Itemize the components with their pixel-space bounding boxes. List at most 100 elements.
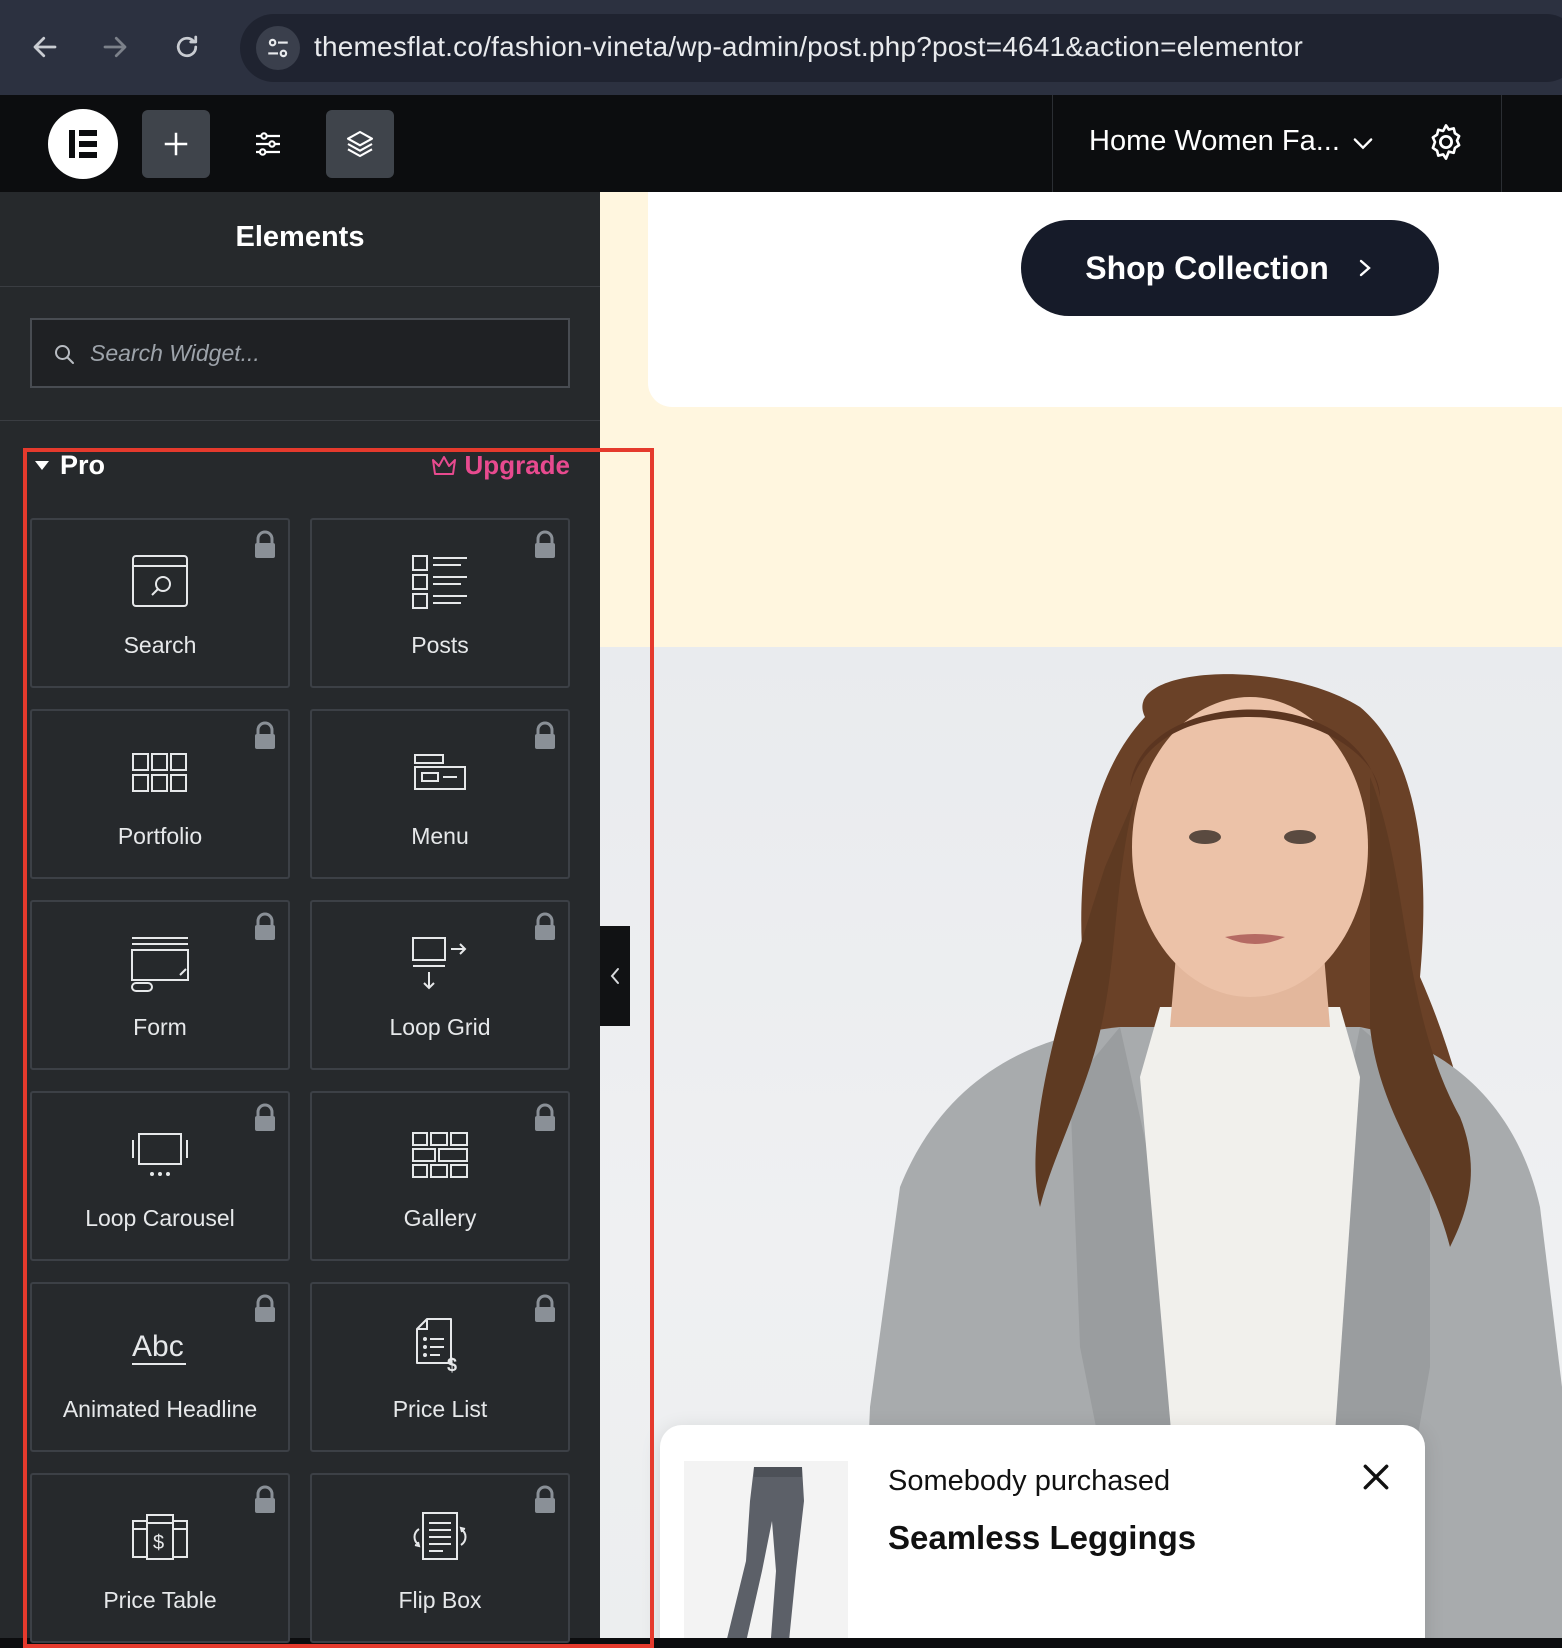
editor-topbar: Home Women Fa... xyxy=(0,95,1562,192)
widget-label: Loop Carousel xyxy=(85,1205,235,1231)
product-thumbnail[interactable] xyxy=(684,1461,848,1638)
reload-button[interactable] xyxy=(166,26,208,68)
pro-section-label: Pro xyxy=(60,450,106,480)
loop-grid-icon xyxy=(404,932,476,996)
site-settings-icon[interactable] xyxy=(256,26,300,70)
shop-collection-button[interactable]: Shop Collection xyxy=(1021,220,1439,316)
add-element-button[interactable] xyxy=(142,110,210,178)
widget-animated-headline[interactable]: Abc Animated Headline xyxy=(30,1282,290,1452)
widget-gallery[interactable]: Gallery xyxy=(310,1091,570,1261)
widget-flip-box[interactable]: Flip Box xyxy=(310,1473,570,1643)
document-title: Home Women Fa... xyxy=(1089,125,1340,157)
widget-price-table[interactable]: $ Price Table xyxy=(30,1473,290,1643)
form-icon xyxy=(124,932,196,996)
lock-icon xyxy=(255,1294,275,1322)
lock-icon xyxy=(255,721,275,749)
url-path: /fashion-vineta/wp-admin/post.php?post=4… xyxy=(483,31,1303,62)
chevron-right-icon xyxy=(1359,259,1371,277)
lock-icon xyxy=(535,530,555,558)
search-widget-icon xyxy=(124,550,196,614)
portfolio-icon xyxy=(124,741,196,805)
toast-message: Somebody purchased xyxy=(888,1465,1171,1497)
toast-product-name[interactable]: Seamless Leggings xyxy=(888,1519,1196,1557)
layers-icon xyxy=(346,130,374,158)
structure-button[interactable] xyxy=(326,110,394,178)
upgrade-label: Upgrade xyxy=(464,450,570,480)
widget-price-list[interactable]: $ Price List xyxy=(310,1282,570,1452)
animated-headline-icon: Abc xyxy=(124,1314,196,1378)
posts-icon xyxy=(404,550,476,614)
sliders-icon xyxy=(256,132,280,156)
svg-text:$: $ xyxy=(447,1355,457,1375)
widget-label: Menu xyxy=(411,823,469,849)
widget-label: Portfolio xyxy=(117,823,203,849)
widget-search[interactable]: Search xyxy=(30,518,290,688)
lock-icon xyxy=(255,530,275,558)
chevron-left-icon xyxy=(610,968,619,984)
back-button[interactable] xyxy=(24,26,66,68)
leggings-image xyxy=(684,1461,848,1638)
hero-card: Shop Collection xyxy=(648,192,1562,407)
widget-loop-carousel[interactable]: Loop Carousel xyxy=(30,1091,290,1261)
widget-form[interactable]: Form xyxy=(30,900,290,1070)
reload-icon xyxy=(176,35,198,58)
search-widget-input[interactable] xyxy=(90,328,550,378)
arrow-right-icon xyxy=(103,36,127,58)
widget-label: Price List xyxy=(392,1396,488,1422)
widget-menu[interactable]: Menu xyxy=(310,709,570,879)
lock-icon xyxy=(535,721,555,749)
widget-label: Price Table xyxy=(103,1587,217,1613)
widget-search-box[interactable] xyxy=(30,318,570,388)
chevron-down-icon xyxy=(1353,138,1373,150)
panel-title: Elements xyxy=(0,192,600,287)
address-bar[interactable]: themesflat.co/fashion-vineta/wp-admin/po… xyxy=(240,14,1562,82)
forward-button[interactable] xyxy=(94,26,136,68)
menu-icon xyxy=(404,741,476,805)
flip-box-icon xyxy=(404,1505,476,1569)
widget-label: Loop Grid xyxy=(389,1014,491,1040)
collapse-panel-button[interactable] xyxy=(600,926,630,1026)
caret-down-icon xyxy=(35,461,49,470)
widget-portfolio[interactable]: Portfolio xyxy=(30,709,290,879)
plus-icon xyxy=(164,132,188,156)
lock-icon xyxy=(535,1294,555,1322)
close-icon[interactable] xyxy=(1360,1461,1392,1493)
lock-icon xyxy=(535,1103,555,1131)
gallery-icon xyxy=(404,1123,476,1187)
gear-icon[interactable] xyxy=(1425,121,1467,163)
shop-collection-label: Shop Collection xyxy=(1085,249,1329,286)
widget-label: Posts xyxy=(411,632,469,658)
lock-icon xyxy=(255,1485,275,1513)
price-table-icon: $ xyxy=(124,1505,196,1569)
search-icon xyxy=(55,345,74,364)
site-settings-button[interactable] xyxy=(234,110,302,178)
elements-panel: Elements Pro Upgrade Search Posts Portfo… xyxy=(0,192,600,1643)
price-list-icon: $ xyxy=(404,1314,476,1378)
lock-icon xyxy=(255,912,275,940)
loop-carousel-icon xyxy=(124,1123,196,1187)
elementor-logo-button[interactable] xyxy=(48,109,118,179)
url-text[interactable]: themesflat.co/fashion-vineta/wp-admin/po… xyxy=(314,31,1303,63)
pro-section-header[interactable]: Pro Upgrade xyxy=(32,450,572,490)
browser-toolbar: themesflat.co/fashion-vineta/wp-admin/po… xyxy=(0,0,1562,95)
svg-text:Abc: Abc xyxy=(132,1330,184,1363)
widget-label: Gallery xyxy=(403,1205,477,1231)
lock-icon xyxy=(535,912,555,940)
widget-label: Form xyxy=(133,1014,187,1040)
widget-loop-grid[interactable]: Loop Grid xyxy=(310,900,570,1070)
document-selector[interactable]: Home Women Fa... xyxy=(1052,95,1502,192)
svg-text:$: $ xyxy=(153,1532,164,1554)
arrow-left-icon xyxy=(33,36,57,58)
lock-icon xyxy=(535,1485,555,1513)
widget-posts[interactable]: Posts xyxy=(310,518,570,688)
crown-icon xyxy=(431,455,456,475)
url-host: themesflat.co xyxy=(314,31,484,62)
widget-label: Search xyxy=(123,632,197,658)
widget-label: Flip Box xyxy=(398,1587,482,1613)
panel-divider xyxy=(0,420,600,421)
page-canvas: Shop Collection Somebody purchased Seaml… xyxy=(600,192,1562,1638)
widget-label: Animated Headline xyxy=(62,1396,258,1422)
lock-icon xyxy=(255,1103,275,1131)
upgrade-link[interactable]: Upgrade xyxy=(431,450,570,481)
elementor-logo-icon xyxy=(69,130,97,158)
